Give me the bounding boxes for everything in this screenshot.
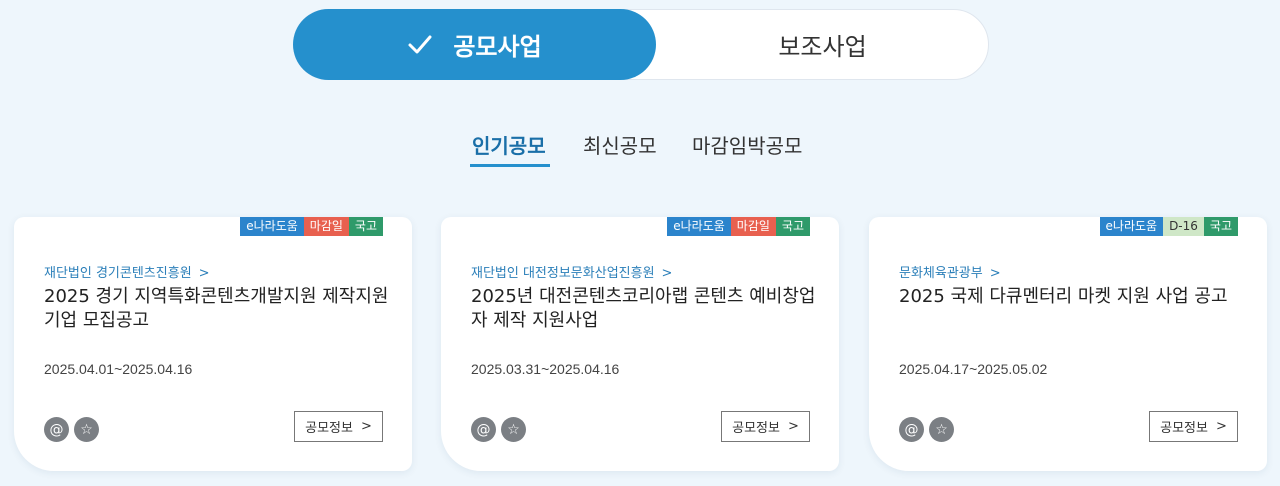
at-icon[interactable]: @: [471, 417, 496, 442]
toggle-public-contest[interactable]: 공모사업: [293, 9, 656, 80]
contest-info-label: 공모정보: [1160, 421, 1208, 436]
star-icon[interactable]: ☆: [74, 417, 99, 442]
badge-group: e나라도움 마감일 국고: [667, 217, 810, 236]
tab-popular[interactable]: 인기공모: [472, 130, 546, 159]
chevron-right-icon: >: [787, 419, 799, 434]
badge-enara: e나라도움: [1099, 217, 1164, 236]
badge-group: e나라도움 D-16 국고: [1099, 217, 1238, 236]
check-icon: [408, 35, 432, 53]
chevron-right-icon: >: [198, 266, 210, 281]
contest-info-button[interactable]: 공모정보 >: [294, 411, 383, 442]
chevron-right-icon: >: [989, 266, 1001, 281]
card-title[interactable]: 2025년 대전콘텐츠코리아랩 콘텐츠 예비창업자 제작 지원사업: [471, 285, 821, 333]
at-icon[interactable]: @: [899, 417, 924, 442]
badge-dday: D-16: [1163, 217, 1204, 236]
badge-deadline: 마감일: [730, 217, 776, 236]
badge-national: 국고: [1203, 217, 1238, 236]
badge-enara: e나라도움: [667, 217, 731, 236]
chevron-right-icon: >: [661, 266, 673, 281]
toggle-public-contest-label: 공모사업: [453, 33, 542, 61]
card-date-range: 2025.04.17~2025.05.02: [899, 361, 1048, 377]
contest-info-label: 공모정보: [732, 421, 780, 436]
organization-link[interactable]: 재단법인 경기콘텐츠진흥원 >: [44, 262, 210, 281]
organization-name: 재단법인 경기콘텐츠진흥원: [44, 266, 192, 281]
contest-info-button[interactable]: 공모정보 >: [1149, 411, 1238, 442]
badge-group: e나라도움 마감일 국고: [240, 217, 383, 236]
chevron-right-icon: >: [1215, 419, 1227, 434]
tab-deadline[interactable]: 마감임박공모: [692, 130, 802, 159]
organization-link[interactable]: 문화체육관광부 >: [899, 262, 1001, 281]
contest-card[interactable]: e나라도움 마감일 국고 재단법인 경기콘텐츠진흥원 > 2025 경기 지역특화…: [14, 217, 412, 471]
card-title[interactable]: 2025 경기 지역특화콘텐츠개발지원 제작지원 기업 모집공고: [44, 285, 394, 333]
contest-info-label: 공모정보: [305, 421, 353, 436]
toggle-subsidy[interactable]: 보조사업: [656, 9, 989, 80]
star-icon[interactable]: ☆: [929, 417, 954, 442]
contest-info-button[interactable]: 공모정보 >: [721, 411, 810, 442]
at-icon[interactable]: @: [44, 417, 69, 442]
tab-latest[interactable]: 최신공모: [583, 130, 657, 159]
card-date-range: 2025.04.01~2025.04.16: [44, 361, 193, 377]
organization-name: 문화체육관광부: [899, 266, 983, 281]
toggle-subsidy-label: 보조사업: [778, 33, 867, 61]
card-date-range: 2025.03.31~2025.04.16: [471, 361, 620, 377]
active-tab-indicator: [470, 164, 550, 167]
badge-enara: e나라도움: [240, 217, 304, 236]
badge-deadline: 마감일: [303, 217, 349, 236]
star-icon[interactable]: ☆: [501, 417, 526, 442]
card-title[interactable]: 2025 국제 다큐멘터리 마켓 지원 사업 공고: [899, 285, 1249, 309]
contest-card[interactable]: e나라도움 마감일 국고 재단법인 대전정보문화산업진흥원 > 2025년 대전콘…: [441, 217, 839, 471]
contest-card[interactable]: e나라도움 D-16 국고 문화체육관광부 > 2025 국제 다큐멘터리 마켓 …: [869, 217, 1267, 471]
contest-tabs: 인기공모 최신공모 마감임박공모: [0, 130, 1280, 170]
badge-national: 국고: [348, 217, 383, 236]
program-type-toggle: 공모사업 보조사업: [293, 9, 989, 80]
organization-name: 재단법인 대전정보문화산업진흥원: [471, 266, 655, 281]
organization-link[interactable]: 재단법인 대전정보문화산업진흥원 >: [471, 262, 672, 281]
chevron-right-icon: >: [360, 419, 372, 434]
badge-national: 국고: [775, 217, 810, 236]
